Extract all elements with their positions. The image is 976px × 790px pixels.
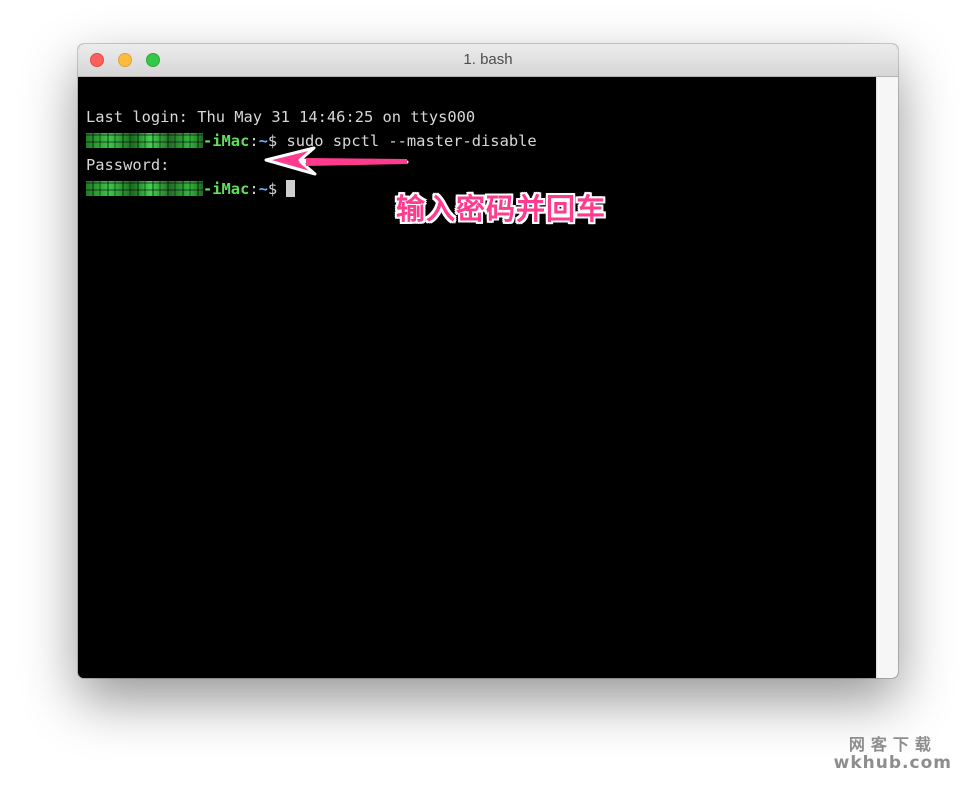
prompt-symbol: $ — [267, 180, 278, 198]
redacted-username — [86, 181, 203, 196]
host-name: -iMac — [203, 180, 250, 198]
command-line: -iMac:~$ sudo spctl --master-disable — [86, 129, 876, 153]
host-name: -iMac — [203, 132, 250, 150]
prompt-symbol: $ — [267, 132, 278, 150]
watermark-line2: wkhub.com — [833, 753, 952, 773]
scrollbar-track[interactable] — [876, 77, 898, 678]
command-text: sudo spctl --master-disable — [277, 132, 537, 150]
redacted-username — [86, 133, 203, 148]
watermark: 网客下载 wkhub.com — [833, 735, 952, 773]
prompt-colon: : — [249, 180, 259, 198]
annotation-text: 输入密码并回车 — [396, 192, 607, 226]
screenshot-canvas: 1. bash Last login: Thu May 31 14:46:25 … — [0, 0, 976, 790]
prompt-path: ~ — [258, 180, 268, 198]
terminal-output[interactable]: Last login: Thu May 31 14:46:25 on ttys0… — [78, 77, 876, 678]
last-login-line: Last login: Thu May 31 14:46:25 on ttys0… — [86, 108, 476, 126]
prompt-path: ~ — [258, 132, 268, 150]
terminal-window: 1. bash Last login: Thu May 31 14:46:25 … — [78, 44, 898, 678]
prompt-colon: : — [249, 132, 259, 150]
title-bar[interactable]: 1. bash — [78, 44, 898, 77]
password-prompt-line: Password: — [86, 156, 170, 174]
text-cursor — [286, 180, 296, 197]
window-title: 1. bash — [463, 51, 513, 68]
watermark-line1: 网客下载 — [848, 735, 937, 754]
